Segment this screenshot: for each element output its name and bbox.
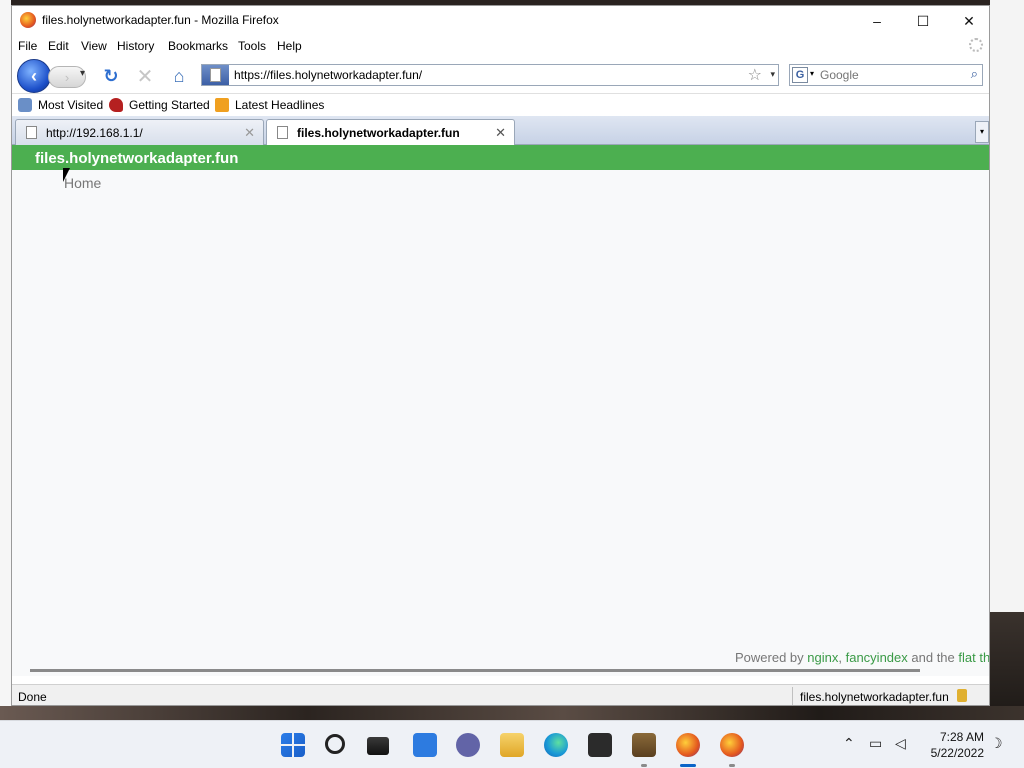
title-bar: files.holynetworkadapter.fun - Mozilla F… <box>12 6 989 36</box>
search-magnifier-icon[interactable]: ⌕ <box>971 66 978 82</box>
firefox-taskbar-icon-2[interactable] <box>720 733 744 757</box>
focus-assist-icon[interactable]: ☽ <box>990 735 1003 752</box>
edge-icon[interactable] <box>544 733 568 757</box>
search-box[interactable]: G ▾ ⌕ <box>789 64 983 86</box>
status-text: Done <box>18 690 47 704</box>
horizontal-scrollbar[interactable] <box>30 669 920 672</box>
home-icon[interactable]: ⌂ <box>168 65 190 87</box>
volume-muted-icon[interactable]: ◁ <box>895 735 906 752</box>
fancyindex-link[interactable]: fancyindex <box>846 650 908 665</box>
site-identity-icon[interactable] <box>202 65 229 85</box>
minimize-button[interactable]: – <box>854 6 900 36</box>
clock-date: 5/22/2022 <box>930 746 984 760</box>
footer-separator: , <box>838 650 842 665</box>
history-dropdown-icon[interactable]: ▾ <box>80 68 85 79</box>
search-engine-dropdown-icon[interactable]: ▾ <box>810 69 814 78</box>
firefox-taskbar-icon[interactable] <box>676 733 700 757</box>
search-engine-icon[interactable]: G <box>792 67 808 83</box>
desktop-background-left <box>0 0 11 706</box>
active-app-indicator <box>680 764 696 767</box>
tab-router[interactable]: http://192.168.1.1/ ✕ <box>15 119 264 145</box>
menu-file[interactable]: File <box>18 39 37 53</box>
menu-edit[interactable]: Edit <box>48 39 69 53</box>
bookmark-label: Most Visited <box>38 98 104 112</box>
rss-feed-icon <box>215 98 229 112</box>
status-bar: Done files.holynetworkadapter.fun <box>12 684 989 705</box>
tab-label: http://192.168.1.1/ <box>46 126 143 140</box>
tab-list-dropdown-icon[interactable]: ▾ <box>975 121 989 143</box>
search-icon[interactable] <box>325 734 345 754</box>
bookmark-label: Latest Headlines <box>235 98 325 112</box>
tab-close-icon[interactable]: ✕ <box>244 125 255 141</box>
footer-mid: and the <box>911 650 955 665</box>
desktop-wallpaper-strip <box>0 706 1024 720</box>
menu-bookmarks[interactable]: Bookmarks <box>168 39 228 53</box>
menu-bar: File Edit View History Bookmarks Tools H… <box>12 36 989 56</box>
forward-arrow-icon: › <box>64 69 70 85</box>
navigation-toolbar: ‹ › ▾ ↻ ✕ ⌂ https://files.holynetworkada… <box>12 56 989 94</box>
running-app-indicator <box>641 764 647 767</box>
menu-history[interactable]: History <box>117 39 154 53</box>
bookmark-latest-headlines[interactable]: Latest Headlines <box>215 98 324 112</box>
most-visited-icon <box>18 98 32 112</box>
bookmark-star-icon[interactable]: ☆ <box>748 65 762 85</box>
widgets-icon[interactable] <box>413 733 437 757</box>
clock-time: 7:28 AM <box>939 730 984 744</box>
firefox-icon <box>20 12 36 28</box>
search-input[interactable] <box>820 67 960 83</box>
store-icon[interactable] <box>588 733 612 757</box>
clock[interactable]: 7:28 AM 5/22/2022 <box>918 729 984 761</box>
firefox-window: files.holynetworkadapter.fun - Mozilla F… <box>11 5 990 706</box>
page-icon <box>277 126 288 139</box>
menu-help[interactable]: Help <box>277 39 302 53</box>
back-button[interactable]: ‹ <box>17 59 51 93</box>
start-icon[interactable] <box>281 733 305 757</box>
page-footer: Powered by nginx, fancyindex and the fla… <box>735 650 989 665</box>
menu-view[interactable]: View <box>81 39 107 53</box>
bookmark-most-visited[interactable]: Most Visited <box>18 98 103 112</box>
site-header: files.holynetworkadapter.fun <box>12 145 989 170</box>
status-host: files.holynetworkadapter.fun <box>800 690 949 704</box>
window-title: files.holynetworkadapter.fun - Mozilla F… <box>42 13 279 27</box>
nginx-link[interactable]: nginx <box>807 650 838 665</box>
stop-icon[interactable]: ✕ <box>134 65 156 88</box>
mouse-cursor-icon <box>63 168 70 182</box>
page-content: files.holynetworkadapter.fun Home Powere… <box>12 145 989 676</box>
site-title[interactable]: files.holynetworkadapter.fun <box>35 150 238 167</box>
chat-icon[interactable] <box>456 733 480 757</box>
lock-icon[interactable] <box>957 689 967 702</box>
taskbar: ⌃ ▭ ◁ 7:28 AM 5/22/2022 ☽ <box>0 720 1024 768</box>
url-text[interactable]: https://files.holynetworkadapter.fun/ <box>234 68 422 82</box>
chevron-up-icon[interactable]: ⌃ <box>843 735 855 752</box>
tab-close-icon[interactable]: ✕ <box>495 125 506 141</box>
status-separator <box>792 687 793 705</box>
close-button[interactable]: ✕ <box>946 6 989 36</box>
tab-label: files.holynetworkadapter.fun <box>297 126 460 140</box>
url-dropdown-icon[interactable]: ▾ <box>770 69 775 80</box>
getting-started-icon <box>109 98 123 112</box>
bookmarks-toolbar: Most Visited Getting Started Latest Head… <box>12 94 989 116</box>
task-view-icon[interactable] <box>367 737 389 755</box>
running-app-indicator <box>729 764 735 767</box>
throbber-icon <box>969 38 983 52</box>
network-icon[interactable]: ▭ <box>869 735 882 752</box>
url-bar[interactable]: https://files.holynetworkadapter.fun/ ☆ … <box>201 64 779 86</box>
desktop-background-right <box>990 0 1024 720</box>
tab-strip: http://192.168.1.1/ ✕ files.holynetworka… <box>12 116 989 146</box>
maximize-button[interactable]: ☐ <box>900 6 946 36</box>
menu-tools[interactable]: Tools <box>238 39 266 53</box>
tab-files[interactable]: files.holynetworkadapter.fun ✕ <box>266 119 515 146</box>
bookmark-getting-started[interactable]: Getting Started <box>109 98 210 112</box>
flat-theme-link[interactable]: flat th <box>958 650 989 665</box>
minecraft-icon[interactable] <box>632 733 656 757</box>
reload-icon[interactable]: ↻ <box>100 65 122 87</box>
footer-prefix: Powered by <box>735 650 804 665</box>
back-arrow-icon: ‹ <box>31 65 37 86</box>
page-icon <box>26 126 37 139</box>
file-explorer-icon[interactable] <box>500 733 524 757</box>
bookmark-label: Getting Started <box>129 98 210 112</box>
